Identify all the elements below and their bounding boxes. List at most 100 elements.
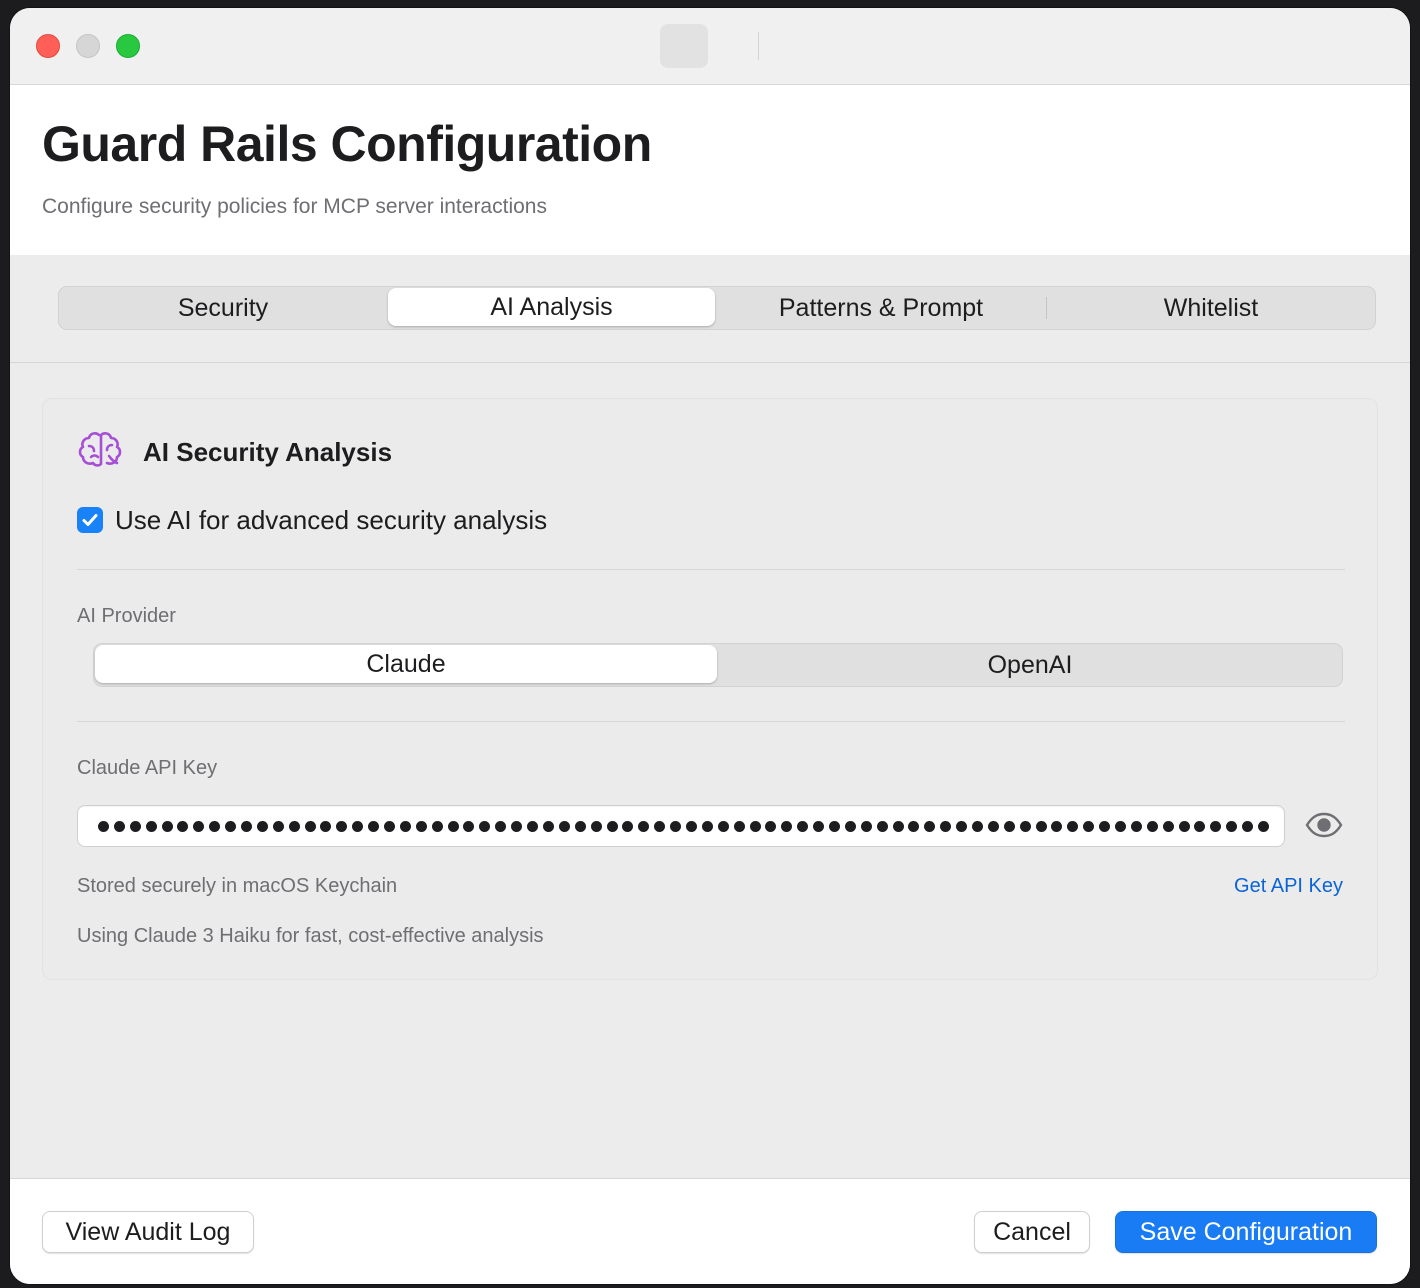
masked-character-dot	[670, 820, 682, 832]
toolbar-button[interactable]	[660, 24, 708, 68]
masked-character-dot	[1194, 820, 1206, 832]
masked-character-dot	[1258, 820, 1270, 832]
masked-character-dot	[781, 820, 793, 832]
save-configuration-button[interactable]: Save Configuration	[1115, 1211, 1377, 1253]
masked-character-dot	[1210, 820, 1222, 832]
provider-openai-option[interactable]: OpenAI	[718, 644, 1342, 686]
masked-character-dot	[638, 820, 650, 832]
masked-character-dot	[129, 820, 141, 832]
masked-character-dot	[368, 820, 380, 832]
masked-character-dot	[1146, 820, 1158, 832]
masked-character-dot	[1178, 820, 1190, 832]
masked-character-dot	[447, 820, 459, 832]
tab-security[interactable]: Security	[59, 287, 387, 329]
masked-character-dot	[415, 820, 427, 832]
masked-character-dot	[304, 820, 316, 832]
view-audit-log-button[interactable]: View Audit Log	[42, 1211, 254, 1253]
masked-character-dot	[685, 820, 697, 832]
masked-character-dot	[1003, 820, 1015, 832]
tab-ai-analysis[interactable]: AI Analysis	[388, 288, 715, 326]
masked-character-dot	[272, 820, 284, 832]
masked-character-dot	[844, 820, 856, 832]
masked-character-dot	[654, 820, 666, 832]
ai-analysis-card: AI Security Analysis Use AI for advanced…	[42, 398, 1378, 980]
masked-character-dot	[336, 820, 348, 832]
footer-bar: View Audit Log Cancel Save Configuration	[10, 1178, 1410, 1284]
masked-character-dot	[113, 820, 125, 832]
api-key-label: Claude API Key	[77, 757, 218, 779]
masked-character-dot	[177, 820, 189, 832]
masked-character-dot	[352, 820, 364, 832]
masked-character-dot	[256, 820, 268, 832]
tabs-divider	[10, 362, 1410, 363]
masked-character-dot	[1115, 820, 1126, 832]
eye-icon[interactable]	[1305, 811, 1343, 839]
background-window-edge	[0, 0, 10, 1288]
api-key-field[interactable]	[77, 805, 1285, 847]
masked-character-dot	[574, 820, 586, 832]
masked-character-dot	[701, 820, 713, 832]
masked-character-dot	[717, 820, 729, 832]
minimize-window-button[interactable]	[76, 34, 100, 58]
masked-character-dot	[399, 820, 411, 832]
masked-character-dot	[876, 820, 888, 832]
masked-character-dot	[241, 820, 253, 832]
masked-character-dot	[1019, 820, 1031, 832]
toolbar-divider	[758, 32, 759, 60]
get-api-key-link[interactable]: Get API Key	[1234, 875, 1343, 898]
page-subtitle: Configure security policies for MCP serv…	[42, 195, 547, 218]
cancel-button[interactable]: Cancel	[974, 1211, 1090, 1253]
masked-character-dot	[463, 820, 475, 832]
masked-character-dot	[606, 820, 618, 832]
masked-character-dot	[828, 820, 840, 832]
keychain-note: Stored securely in macOS Keychain	[77, 875, 398, 897]
masked-character-dot	[797, 820, 809, 832]
model-note: Using Claude 3 Haiku for fast, cost-effe…	[77, 925, 544, 947]
brain-icon	[77, 429, 125, 471]
use-ai-checkbox[interactable]	[77, 507, 103, 533]
masked-character-dot	[908, 820, 920, 832]
masked-character-dot	[1099, 820, 1111, 832]
masked-character-dot	[860, 820, 872, 832]
masked-character-dot	[384, 820, 396, 832]
masked-character-dot	[749, 820, 761, 832]
masked-character-dot	[733, 820, 745, 832]
masked-character-dot	[511, 820, 523, 832]
masked-character-dot	[940, 820, 952, 832]
api-key-masked-value	[98, 812, 1270, 840]
section-divider	[77, 569, 1345, 570]
provider-claude-option[interactable]: Claude	[95, 645, 717, 683]
masked-character-dot	[209, 820, 221, 832]
masked-character-dot	[1226, 820, 1238, 832]
masked-character-dot	[1083, 820, 1095, 832]
masked-character-dot	[1067, 820, 1079, 832]
page-title: Guard Rails Configuration	[42, 116, 652, 172]
masked-character-dot	[765, 820, 777, 832]
masked-character-dot	[1035, 820, 1047, 832]
tab-patterns-prompt[interactable]: Patterns & Prompt	[717, 287, 1045, 329]
zoom-window-button[interactable]	[116, 34, 140, 58]
section-divider	[77, 721, 1345, 722]
use-ai-label[interactable]: Use AI for advanced security analysis	[115, 505, 547, 536]
masked-character-dot	[924, 820, 936, 832]
page-header: Guard Rails Configuration Configure secu…	[10, 85, 1410, 255]
close-window-button[interactable]	[36, 34, 60, 58]
masked-character-dot	[193, 820, 205, 832]
tab-whitelist[interactable]: Whitelist	[1047, 287, 1375, 329]
masked-character-dot	[1242, 820, 1254, 832]
masked-character-dot	[971, 820, 983, 832]
masked-character-dot	[431, 820, 443, 832]
masked-character-dot	[1130, 820, 1142, 832]
guard-rails-window: Guard Rails Configuration Configure secu…	[10, 8, 1410, 1284]
masked-character-dot	[558, 820, 570, 832]
masked-character-dot	[225, 820, 237, 832]
masked-character-dot	[320, 820, 332, 832]
masked-character-dot	[495, 820, 507, 832]
tab-bar: Security AI Analysis Patterns & Prompt W…	[58, 286, 1376, 330]
masked-character-dot	[813, 820, 825, 832]
masked-character-dot	[956, 820, 968, 832]
masked-character-dot	[1162, 820, 1174, 832]
masked-character-dot	[892, 820, 904, 832]
masked-character-dot	[542, 820, 554, 832]
masked-character-dot	[590, 820, 602, 832]
